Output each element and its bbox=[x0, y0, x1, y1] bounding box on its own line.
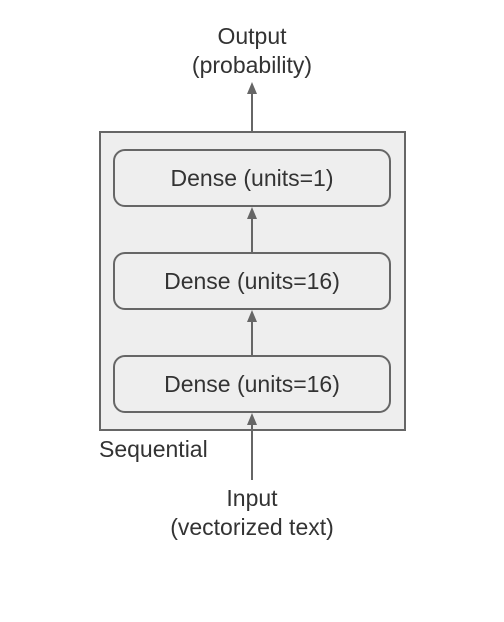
container-label: Sequential bbox=[99, 435, 208, 464]
input-subtitle: (vectorized text) bbox=[0, 513, 504, 542]
input-title: Input bbox=[0, 484, 504, 513]
output-title: Output bbox=[0, 22, 504, 51]
arrow-layer-2-to-3 bbox=[247, 207, 257, 252]
diagram-canvas: Output (probability) Dense (units=1) Den… bbox=[0, 0, 504, 622]
layer-label: Dense (units=16) bbox=[164, 371, 340, 398]
arrow-output bbox=[247, 82, 257, 131]
layer-label: Dense (units=1) bbox=[171, 165, 334, 192]
layer-box-bottom: Dense (units=16) bbox=[113, 355, 391, 413]
output-subtitle: (probability) bbox=[0, 51, 504, 80]
layer-box-top: Dense (units=1) bbox=[113, 149, 391, 207]
arrow-layer-1-to-2 bbox=[247, 310, 257, 355]
arrow-input bbox=[247, 413, 257, 480]
layer-label: Dense (units=16) bbox=[164, 268, 340, 295]
layer-box-middle: Dense (units=16) bbox=[113, 252, 391, 310]
